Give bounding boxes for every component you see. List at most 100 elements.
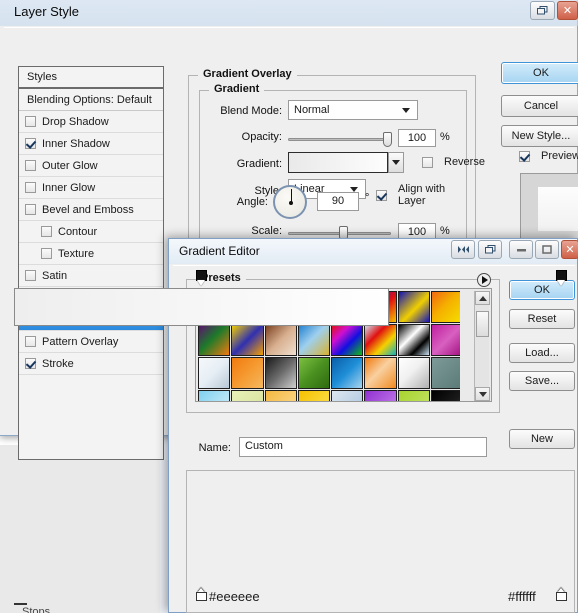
align-with-layer-label: Align with Layer [398, 183, 446, 207]
layer-style-titlebar[interactable]: Layer Style ✕ [0, 0, 578, 26]
color-stop-right[interactable] [556, 588, 567, 601]
blend-mode-select[interactable]: Normal [288, 100, 418, 120]
gradient-preset-swatch[interactable] [231, 324, 264, 356]
sidebar-item-texture[interactable]: Texture [19, 243, 163, 265]
presets-scrollbar[interactable] [474, 291, 490, 401]
gradient-overlay-group: Gradient Overlay Gradient Blend Mode: No… [188, 68, 485, 250]
angle-dial[interactable] [273, 185, 307, 219]
gradient-preset-swatch[interactable] [364, 390, 397, 401]
checkbox[interactable] [25, 138, 36, 149]
checkbox[interactable] [25, 116, 36, 127]
opacity-stop-left[interactable] [196, 270, 207, 286]
gradient-preset-swatch[interactable] [431, 357, 460, 389]
gradient-preset-swatch[interactable] [264, 357, 297, 389]
gradient-preset-swatch[interactable] [198, 357, 231, 389]
gradient-preset-swatch[interactable] [431, 324, 460, 356]
cancel-button[interactable]: Cancel [501, 95, 578, 117]
gradient-preset-swatch[interactable] [397, 357, 431, 389]
reverse-checkbox[interactable] [422, 156, 433, 168]
gradient-preset-swatch[interactable] [297, 324, 331, 356]
chevron-down-icon [402, 108, 410, 113]
ok-button[interactable]: OK [501, 62, 578, 84]
gradient-preset-swatch[interactable] [397, 324, 431, 356]
preview-checkbox-row[interactable]: Preview [519, 150, 578, 162]
gradient-preset-swatch[interactable] [431, 390, 460, 401]
gradient-preset-swatch[interactable] [297, 390, 331, 401]
scroll-down-icon[interactable] [475, 387, 490, 401]
gradient-editor-load-button[interactable]: Load... [509, 343, 575, 363]
sidebar-item-stroke[interactable]: Stroke [19, 353, 163, 375]
sidebar-item-pattern-overlay[interactable]: Pattern Overlay [19, 331, 163, 353]
close-icon[interactable]: ✕ [557, 1, 578, 20]
gradient-preset-swatch[interactable] [364, 324, 397, 356]
checkbox[interactable] [25, 204, 36, 215]
opacity-slider-knob[interactable] [383, 132, 392, 147]
blend-mode-value: Normal [294, 104, 330, 116]
gradient-editor-title: Gradient Editor [179, 244, 260, 258]
gradient-preset-swatch[interactable] [331, 324, 364, 356]
checkbox[interactable] [25, 182, 36, 193]
checkbox[interactable] [25, 270, 36, 281]
gradient-preview-swatch[interactable] [288, 152, 388, 173]
angle-input[interactable]: 90 [317, 192, 359, 211]
close-icon[interactable]: ✕ [561, 240, 578, 259]
checkbox[interactable] [41, 226, 52, 237]
color-stop-right-hex: #ffffff [508, 589, 536, 604]
sidebar-item-label: Pattern Overlay [42, 335, 119, 348]
new-style-button[interactable]: New Style... [501, 125, 578, 147]
sidebar-item-bevel-and-emboss[interactable]: Bevel and Emboss [19, 199, 163, 221]
checkbox[interactable] [25, 358, 36, 369]
sidebar-item-outer-glow[interactable]: Outer Glow [19, 155, 163, 177]
opacity-slider-track[interactable] [288, 138, 391, 141]
collapse-icon[interactable] [451, 240, 475, 259]
restore-window-icon[interactable] [478, 240, 502, 259]
styles-list-header: Styles [19, 67, 163, 89]
gradient-preset-swatch[interactable] [198, 390, 231, 401]
sidebar-item-contour[interactable]: Contour [19, 221, 163, 243]
sidebar-item-inner-shadow[interactable]: Inner Shadow [19, 133, 163, 155]
gradient-preset-swatch[interactable] [397, 291, 431, 323]
gradient-editor-new-button[interactable]: New [509, 429, 575, 449]
gradient-bar[interactable] [14, 288, 389, 326]
maximize-icon[interactable] [535, 240, 559, 259]
name-input[interactable]: Custom [239, 437, 487, 457]
checkbox[interactable] [25, 160, 36, 171]
gradient-editor-save-button[interactable]: Save... [509, 371, 575, 391]
align-with-layer-checkbox[interactable] [376, 189, 387, 201]
align-with-layer-row[interactable]: Align with Layer [376, 183, 466, 207]
gradient-preset-swatch[interactable] [264, 324, 297, 356]
gradient-preset-swatch[interactable] [331, 357, 364, 389]
scroll-up-icon[interactable] [475, 291, 490, 305]
gradient-preset-swatch[interactable] [297, 357, 331, 389]
sidebar-item-inner-glow[interactable]: Inner Glow [19, 177, 163, 199]
checkbox[interactable] [25, 336, 36, 347]
gradient-editor-reset-button[interactable]: Reset [509, 309, 575, 329]
sidebar-item-satin[interactable]: Satin [19, 265, 163, 287]
preview-label: Preview [541, 150, 578, 162]
color-stop-left-hex: #eeeeee [209, 589, 260, 604]
color-stop-left[interactable] [196, 588, 207, 601]
gradient-preset-swatch[interactable] [264, 390, 297, 401]
sidebar-item-blending-options[interactable]: Blending Options: Default [19, 89, 163, 111]
presets-menu-icon[interactable] [477, 273, 491, 287]
gradient-preset-swatch[interactable] [231, 357, 264, 389]
opacity-stop-right[interactable] [556, 270, 567, 286]
gradient-preset-swatch[interactable] [198, 324, 231, 356]
reverse-checkbox-row[interactable]: Reverse [422, 156, 485, 168]
gradient-preset-swatch[interactable] [431, 291, 460, 323]
gradient-preset-swatch[interactable] [364, 357, 397, 389]
opacity-input[interactable]: 100 [398, 129, 436, 147]
sidebar-item-label: Contour [58, 225, 98, 238]
sidebar-item-drop-shadow[interactable]: Drop Shadow [19, 111, 163, 133]
scrollbar-thumb[interactable] [476, 311, 489, 337]
checkbox[interactable] [41, 248, 52, 259]
gradient-picker-dropdown[interactable] [388, 152, 404, 173]
gradient-preset-swatch[interactable] [397, 390, 431, 401]
gradient-preset-swatch[interactable] [331, 390, 364, 401]
restore-icon[interactable] [530, 1, 555, 20]
styles-list: Styles Blending Options: Default Drop Sh… [18, 66, 164, 460]
gradient-editor-titlebar[interactable]: Gradient Editor ✕ [169, 239, 578, 264]
preview-checkbox[interactable] [519, 150, 530, 162]
gradient-preset-swatch[interactable] [231, 390, 264, 401]
minimize-icon[interactable] [509, 240, 533, 259]
